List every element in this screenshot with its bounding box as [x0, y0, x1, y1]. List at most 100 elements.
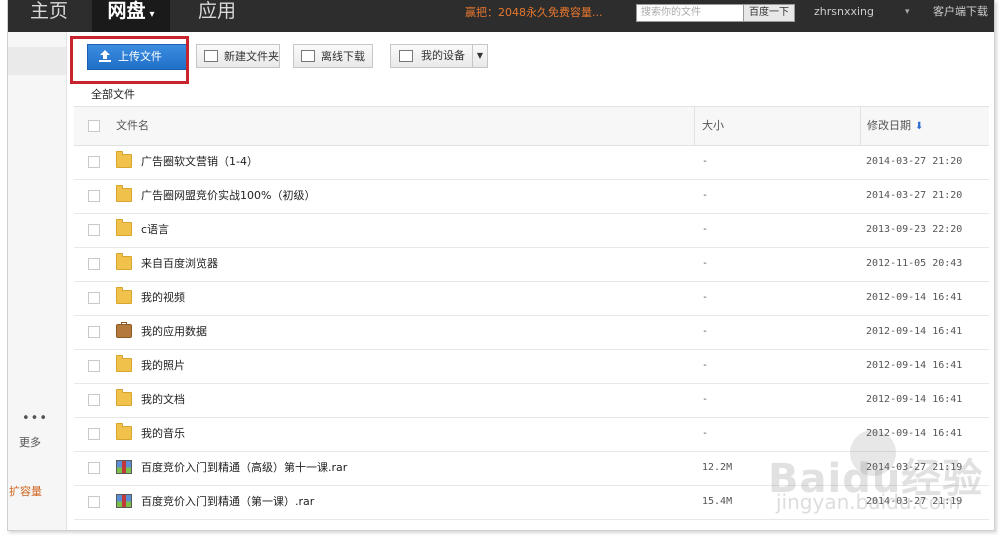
search-button[interactable]: 百度一下 — [743, 4, 795, 22]
table-row[interactable]: 百度竞价入门到精通（高级）第十一课.rar 12.2M 2014-03-27 21:… — [74, 451, 989, 486]
folder-icon — [116, 355, 132, 372]
folder-icon — [116, 219, 132, 236]
row-checkbox[interactable] — [88, 360, 100, 372]
nav-app[interactable]: 应用 — [198, 0, 236, 32]
offline-download-button[interactable]: 离线下载 — [293, 44, 373, 68]
file-date: 2014-03-27 21:20 — [866, 156, 963, 167]
column-divider — [694, 107, 695, 145]
file-name[interactable]: 我的照片 — [141, 349, 185, 383]
file-date: 2012-09-14 16:41 — [866, 292, 963, 303]
column-divider — [860, 107, 861, 145]
file-date: 2012-09-14 16:41 — [866, 326, 963, 337]
folder-icon — [116, 151, 132, 168]
highlight-box — [70, 36, 189, 84]
file-date: 2012-09-14 16:41 — [866, 394, 963, 405]
file-size: 15.4M — [702, 496, 733, 507]
row-checkbox[interactable] — [88, 394, 100, 406]
device-icon — [399, 50, 413, 62]
file-date: 2012-09-14 16:41 — [866, 428, 963, 439]
table-row[interactable]: 百度竞价入门到精通（第一课）.rar 15.4M 2014-03-27 21:19 — [74, 485, 989, 520]
sort-down-icon: ⬇ — [915, 121, 924, 132]
file-name[interactable]: 我的视频 — [141, 281, 185, 315]
file-size: - — [702, 224, 709, 235]
row-checkbox[interactable] — [88, 258, 100, 270]
row-checkbox[interactable] — [88, 190, 100, 202]
table-row[interactable]: 我的文档 - 2012-09-14 16:41 — [74, 383, 989, 418]
select-all-checkbox[interactable] — [88, 120, 100, 132]
column-date[interactable]: 修改日期 ⬇ — [867, 107, 923, 145]
download-icon — [301, 50, 315, 62]
file-name[interactable]: c语言 — [141, 213, 169, 247]
table-header: 文件名 大小 修改日期 ⬇ — [74, 106, 989, 146]
row-checkbox[interactable] — [88, 224, 100, 236]
file-name[interactable]: 百度竞价入门到精通（高级）第十一课.rar — [141, 451, 347, 485]
expand-capacity-link[interactable]: 扩容量 — [9, 483, 42, 499]
my-devices-button[interactable]: 我的设备 — [390, 44, 473, 68]
file-name[interactable]: 我的文档 — [141, 383, 185, 417]
chevron-down-icon[interactable]: ▼ — [472, 44, 488, 68]
nav-disk[interactable]: 网盘 ▾ — [92, 0, 170, 32]
file-date: 2014-03-27 21:19 — [866, 496, 963, 507]
file-date: 2013-09-23 22:20 — [866, 224, 963, 235]
client-download-link[interactable]: 客户端下载 — [933, 4, 988, 20]
row-checkbox[interactable] — [88, 292, 100, 304]
file-size: - — [702, 428, 709, 439]
app-data-icon — [116, 322, 132, 338]
sidebar-more[interactable]: 更多 — [19, 434, 41, 450]
sidebar-item-active[interactable] — [8, 47, 66, 75]
file-size: - — [702, 292, 709, 303]
column-name[interactable]: 文件名 — [116, 107, 149, 145]
file-name[interactable]: 我的音乐 — [141, 417, 185, 451]
folder-icon — [116, 389, 132, 406]
file-size: - — [702, 394, 709, 405]
row-checkbox[interactable] — [88, 156, 100, 168]
my-devices-label: 我的设备 — [421, 49, 465, 62]
table-row[interactable]: 广告圈网盟竞价实战100%（初级） - 2014-03-27 21:20 — [74, 179, 989, 214]
file-name[interactable]: 我的应用数据 — [141, 315, 207, 349]
row-checkbox[interactable] — [88, 496, 100, 508]
table-row[interactable]: 广告圈软文营销（1-4） - 2014-03-27 21:20 — [74, 145, 989, 180]
file-size: - — [702, 326, 709, 337]
table-row[interactable]: 我的视频 - 2012-09-14 16:41 — [74, 281, 989, 316]
column-size[interactable]: 大小 — [702, 107, 724, 145]
folder-icon — [116, 423, 132, 440]
column-date-label: 修改日期 — [867, 119, 911, 132]
file-size: - — [702, 360, 709, 371]
user-menu[interactable]: zhrsnxxing — [814, 4, 874, 20]
sidebar: ••• 更多 扩容量 — [8, 32, 67, 530]
top-nav-bar: 主页 网盘 ▾ 应用 赢把：2048永久免费容量... 搜索你的文件 百度一下 z… — [8, 0, 994, 32]
row-checkbox[interactable] — [88, 462, 100, 474]
nav-disk-label: 网盘 — [107, 0, 146, 22]
folder-icon — [116, 185, 132, 202]
offline-download-label: 离线下载 — [321, 50, 365, 63]
breadcrumb[interactable]: 全部文件 — [91, 86, 135, 102]
table-row[interactable]: 我的音乐 - 2012-09-14 16:41 — [74, 417, 989, 452]
file-name[interactable]: 百度竞价入门到精通（第一课）.rar — [141, 485, 314, 519]
search-input[interactable]: 搜索你的文件 — [636, 4, 746, 22]
more-icon[interactable]: ••• — [22, 411, 48, 426]
folder-icon — [116, 253, 132, 270]
file-size: 12.2M — [702, 462, 733, 473]
chevron-down-icon[interactable]: ▾ — [905, 4, 910, 20]
row-checkbox[interactable] — [88, 428, 100, 440]
file-date: 2014-03-27 21:20 — [866, 190, 963, 201]
rar-icon — [116, 494, 132, 508]
file-date: 2012-09-14 16:41 — [866, 360, 963, 371]
file-name[interactable]: 来自百度浏览器 — [141, 247, 218, 281]
table-row[interactable]: c语言 - 2013-09-23 22:20 — [74, 213, 989, 248]
rar-icon — [116, 460, 132, 474]
new-folder-icon — [204, 50, 218, 62]
app-window: 主页 网盘 ▾ 应用 赢把：2048永久免费容量... 搜索你的文件 百度一下 z… — [7, 0, 995, 531]
table-row[interactable]: 来自百度浏览器 - 2012-11-05 20:43 — [74, 247, 989, 282]
file-name[interactable]: 广告圈软文营销（1-4） — [141, 145, 258, 179]
new-folder-button[interactable]: 新建文件夹 — [196, 44, 280, 68]
row-checkbox[interactable] — [88, 326, 100, 338]
file-name[interactable]: 广告圈网盟竞价实战100%（初级） — [141, 179, 315, 213]
promo-link[interactable]: 赢把：2048永久免费容量... — [465, 6, 602, 20]
nav-home[interactable]: 主页 — [30, 0, 68, 32]
new-folder-label: 新建文件夹 — [224, 50, 279, 63]
file-size: - — [702, 156, 709, 167]
table-row[interactable]: 我的应用数据 - 2012-09-14 16:41 — [74, 315, 989, 350]
folder-icon — [116, 287, 132, 304]
table-row[interactable]: 我的照片 - 2012-09-14 16:41 — [74, 349, 989, 384]
